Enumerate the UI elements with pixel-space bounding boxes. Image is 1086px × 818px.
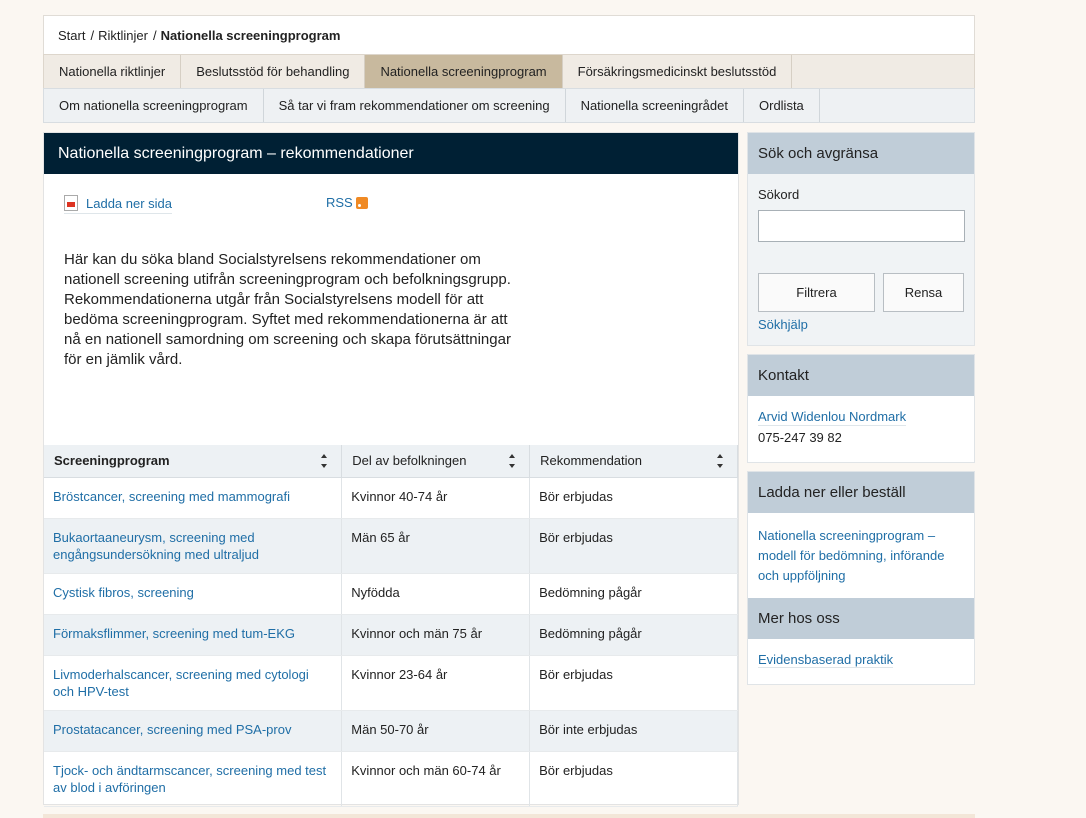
- search-input[interactable]: [758, 210, 965, 242]
- column-header-population[interactable]: Del av befolkningen: [341, 445, 531, 478]
- search-help-link[interactable]: Sökhjälp: [758, 317, 808, 332]
- population-cell: Kvinnor och män 75 år: [341, 614, 531, 656]
- population-cell: Kvinnor 40-74 år: [341, 477, 531, 519]
- program-link[interactable]: Bröstcancer, screening med mammografi: [53, 489, 290, 504]
- search-panel-title: Sök och avgränsa: [748, 133, 974, 174]
- column-header-label: Rekommendation: [540, 453, 642, 469]
- column-header-recommendation[interactable]: Rekommendation: [529, 445, 738, 478]
- primary-nav: Nationella riktlinjer Beslutsstöd för be…: [43, 54, 975, 89]
- table-row: Tjock- och ändtarmscancer, screening med…: [44, 751, 738, 807]
- download-page-link[interactable]: Ladda ner sida: [64, 195, 173, 214]
- recommendations-table: Screeningprogram Del av befolkningen Rek…: [44, 445, 738, 807]
- recommendation-cell: Bör inte erbjudas: [529, 710, 738, 752]
- nav-item-nationella-riktlinjer[interactable]: Nationella riktlinjer: [44, 55, 182, 88]
- secondary-nav: Om nationella screeningprogram Så tar vi…: [43, 88, 975, 123]
- population-cell: Nyfödda: [341, 573, 531, 615]
- sort-icon: [509, 454, 516, 468]
- table-row: Bukaortaaneurysm, screening med engångsu…: [44, 518, 738, 574]
- main-content: Nationella screeningprogram – rekommenda…: [43, 132, 739, 807]
- program-link[interactable]: Förmaksflimmer, screening med tum-EKG: [53, 626, 295, 641]
- breadcrumb-separator: /: [152, 27, 157, 43]
- population-cell: Män 65 år: [341, 518, 531, 574]
- pdf-icon: [64, 195, 78, 211]
- subnav-item-ordlista[interactable]: Ordlista: [744, 89, 820, 122]
- recommendation-cell: Bedömning pågår: [529, 614, 738, 656]
- download-panel-title: Ladda ner eller beställ: [748, 472, 974, 513]
- evidence-practice-link[interactable]: Evidensbaserad praktik: [758, 652, 894, 668]
- rss-label: RSS: [326, 195, 353, 210]
- breadcrumb-riktlinjer[interactable]: Riktlinjer: [98, 28, 148, 43]
- breadcrumb-separator: /: [90, 27, 95, 43]
- table-row: Cystisk fibros, screening Nyfödda Bedömn…: [44, 573, 738, 615]
- search-field-label: Sökord: [758, 187, 800, 202]
- sort-icon: [717, 454, 723, 468]
- program-link[interactable]: Tjock- och ändtarmscancer, screening med…: [53, 763, 326, 795]
- table-row: Prostatacancer, screening med PSA-prov M…: [44, 710, 738, 752]
- recommendation-cell: Bör erbjudas: [529, 518, 738, 574]
- subnav-item-om[interactable]: Om nationella screeningprogram: [44, 89, 264, 122]
- intro-text: Här kan du söka bland Socialstyrelsens r…: [64, 251, 511, 368]
- download-doc-link[interactable]: Nationella screeningprogram – modell för…: [758, 526, 958, 586]
- column-header-program[interactable]: Screeningprogram: [44, 445, 343, 478]
- footer-strip: [43, 814, 975, 818]
- search-panel: Sök och avgränsa Sökord Filtrera Rensa S…: [747, 132, 975, 346]
- breadcrumb-start[interactable]: Start: [58, 28, 85, 43]
- table-row: Livmoderhalscancer, screening med cytolo…: [44, 655, 738, 711]
- contact-panel: Kontakt Arvid Widenlou Nordmark 075-247 …: [747, 354, 975, 463]
- sort-icon: [321, 454, 328, 468]
- table-row: Förmaksflimmer, screening med tum-EKG Kv…: [44, 614, 738, 656]
- recommendation-cell: Bedömning pågår: [529, 573, 738, 615]
- program-link[interactable]: Prostatacancer, screening med PSA-prov: [53, 722, 291, 737]
- filter-button[interactable]: Filtrera: [758, 273, 875, 312]
- recommendation-cell: Bör erbjudas: [529, 655, 738, 711]
- contact-name-link[interactable]: Arvid Widenlou Nordmark: [758, 409, 907, 426]
- program-link[interactable]: Cystisk fibros, screening: [53, 585, 194, 600]
- program-link[interactable]: Livmoderhalscancer, screening med cytolo…: [53, 667, 309, 699]
- more-panel-title: Mer hos oss: [748, 598, 974, 639]
- recommendation-cell: Bör erbjudas: [529, 477, 738, 519]
- breadcrumb: Start / Riktlinjer / Nationella screenin…: [43, 15, 975, 55]
- subnav-item-sa-tar-vi-fram[interactable]: Så tar vi fram rekommendationer om scree…: [264, 89, 566, 122]
- download-panel: Ladda ner eller beställ Nationella scree…: [747, 471, 975, 685]
- contact-panel-title: Kontakt: [748, 355, 974, 396]
- reset-button[interactable]: Rensa: [883, 273, 964, 312]
- page-title: Nationella screeningprogram – rekommenda…: [44, 133, 738, 174]
- program-link[interactable]: Bukaortaaneurysm, screening med engångsu…: [53, 530, 259, 562]
- nav-item-beslutsstod[interactable]: Beslutsstöd för behandling: [181, 55, 366, 88]
- table-row: Bröstcancer, screening med mammografi Kv…: [44, 477, 738, 519]
- download-page-label: Ladda ner sida: [86, 195, 173, 211]
- subnav-item-screeningradet[interactable]: Nationella screeningrådet: [566, 89, 744, 122]
- rss-link[interactable]: RSS: [326, 195, 368, 210]
- page-tools: Ladda ner sida RSS: [64, 195, 704, 217]
- recommendation-cell: Bör erbjudas: [529, 751, 738, 807]
- nav-item-forsakringsmedicinskt[interactable]: Försäkringsmedicinskt beslutsstöd: [563, 55, 793, 88]
- population-cell: Män 50-70 år: [341, 710, 531, 752]
- breadcrumb-current: Nationella screeningprogram: [160, 27, 341, 43]
- population-cell: Kvinnor 23-64 år: [341, 655, 531, 711]
- rss-icon: [355, 196, 368, 209]
- column-header-label: Screeningprogram: [54, 453, 170, 469]
- population-cell: Kvinnor och män 60-74 år: [341, 751, 531, 807]
- column-header-label: Del av befolkningen: [352, 453, 467, 469]
- contact-phone: 075-247 39 82: [758, 430, 842, 445]
- nav-item-screeningprogram[interactable]: Nationella screeningprogram: [365, 55, 563, 88]
